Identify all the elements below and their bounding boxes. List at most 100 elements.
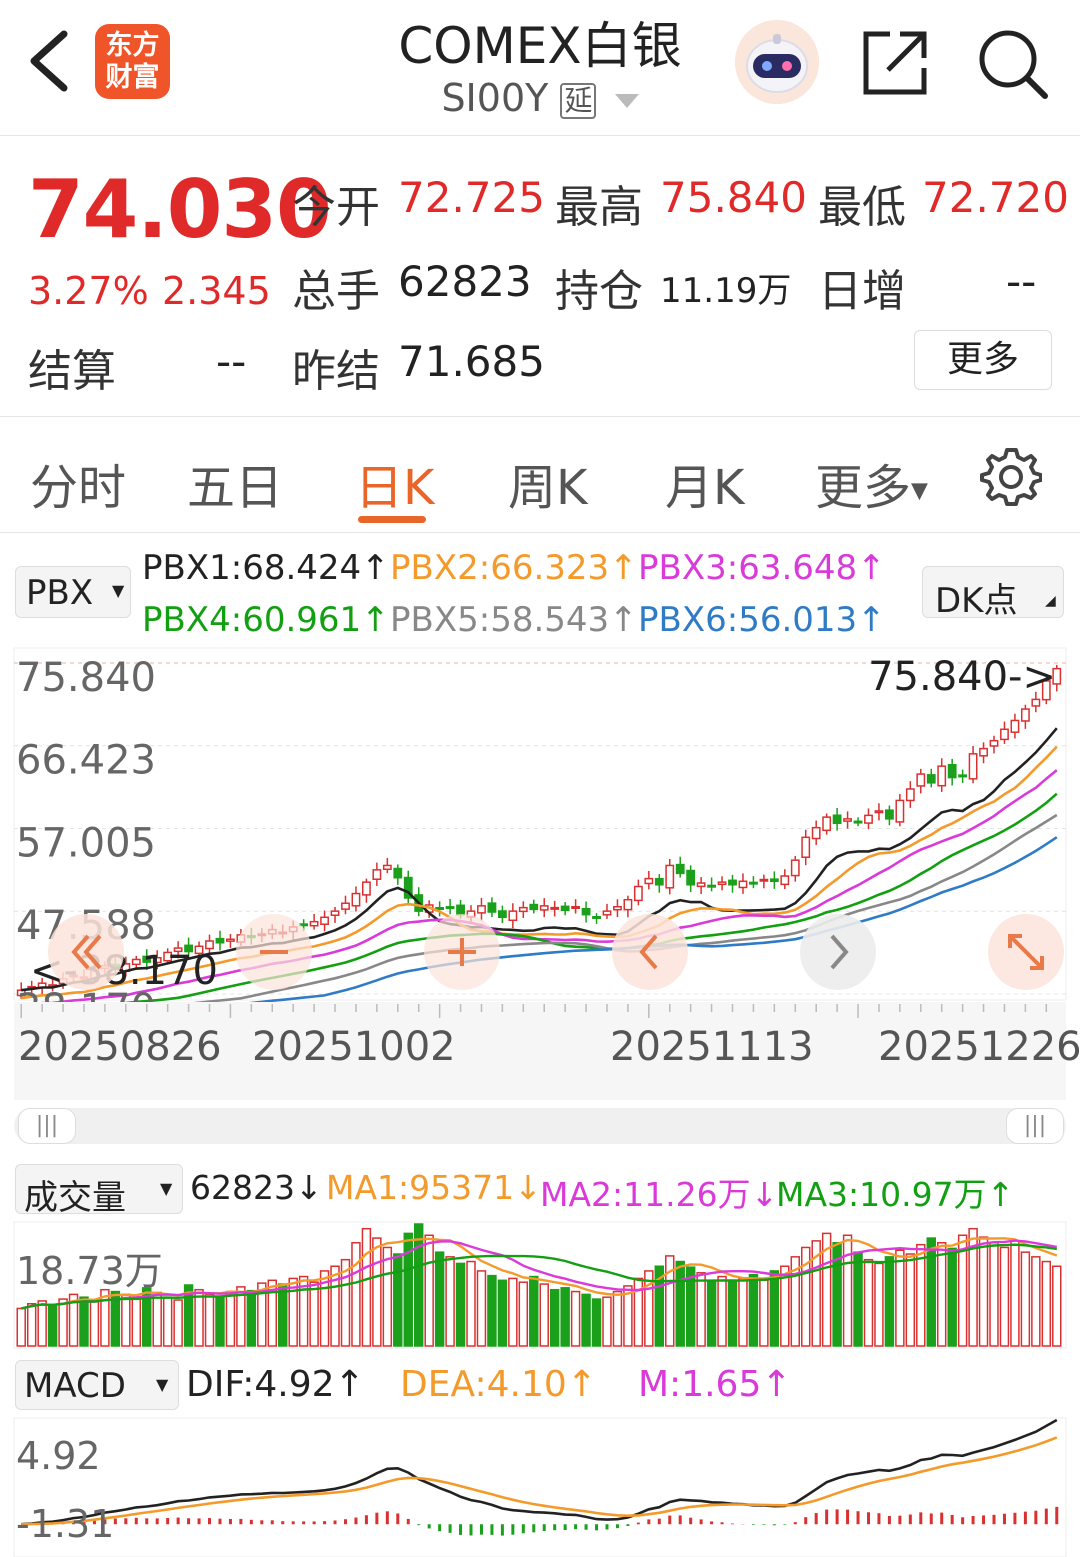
main-indicator-selector[interactable]: PBX ▼ <box>15 566 131 618</box>
volume-bar <box>644 1270 654 1347</box>
change-percent: 3.27% <box>28 269 149 313</box>
candle <box>361 878 371 903</box>
volume-bar <box>194 1288 204 1347</box>
volume-bar <box>549 1288 560 1347</box>
volume-bar <box>654 1265 665 1347</box>
gear-icon[interactable] <box>980 446 1042 508</box>
fullscreen-button[interactable] <box>988 914 1064 990</box>
chevron-down-icon <box>614 93 639 108</box>
volume-bar <box>947 1247 957 1347</box>
candle <box>979 742 988 764</box>
change-amount: 2.345 <box>162 269 271 313</box>
volume-bar <box>100 1288 110 1347</box>
volume-bar <box>351 1242 361 1347</box>
settle-value: -- <box>216 337 247 386</box>
open-interest-value: 11.19万 <box>660 271 792 311</box>
volume-bar <box>476 1270 487 1347</box>
low-value: 72.720 <box>922 173 1069 222</box>
range-scrollbar[interactable]: ||| ||| <box>14 1108 1066 1144</box>
candle <box>1031 691 1041 713</box>
macd-axis-bottom: -1.31 <box>16 1502 115 1546</box>
back-icon[interactable] <box>22 26 82 96</box>
pbx2-value: PBX2:66.323↑ <box>390 548 638 588</box>
volume-bar <box>413 1223 424 1347</box>
candle <box>372 862 382 886</box>
volume-bars <box>16 1223 1062 1347</box>
open-label: 今开 <box>292 182 380 233</box>
main-indicator-label: PBX <box>26 573 94 613</box>
candle <box>654 874 664 893</box>
volume-bar <box>68 1293 79 1347</box>
quote-more-button[interactable]: 更多 <box>914 330 1052 390</box>
fast-back-button[interactable] <box>48 914 124 990</box>
volume-bar <box>403 1232 413 1347</box>
prev-settle-value: 71.685 <box>398 337 545 386</box>
volume-bar <box>26 1303 37 1347</box>
tab-five-day[interactable]: 五日 <box>187 448 283 518</box>
candle <box>958 769 968 783</box>
high-value: 75.840 <box>660 173 807 222</box>
dk-point-button[interactable]: DK点 ◢ <box>922 566 1064 621</box>
volume-bar <box>298 1275 309 1347</box>
candle <box>330 906 340 923</box>
candle <box>926 768 936 788</box>
volume-bar <box>162 1296 173 1347</box>
pbx-line-2 <box>21 745 1058 1000</box>
candle <box>163 948 173 965</box>
tab-intraday[interactable]: 分时 <box>30 448 126 518</box>
volume-bar <box>780 1265 790 1347</box>
tab-weekly-k[interactable]: 周K <box>508 448 587 518</box>
volume-bar <box>738 1277 748 1347</box>
robot-avatar-icon[interactable] <box>735 20 819 104</box>
volume-bar <box>623 1285 633 1347</box>
caret-down-icon: ▼ <box>156 1375 169 1394</box>
volume-bar <box>110 1290 121 1347</box>
candle <box>749 876 758 889</box>
volume-bar <box>131 1298 142 1347</box>
volume-bar <box>434 1251 445 1347</box>
volume-indicator-selector[interactable]: 成交量 ▼ <box>15 1164 183 1218</box>
candle <box>769 871 779 889</box>
open-interest-label: 持仓 <box>555 266 643 317</box>
volume-bar <box>874 1262 884 1347</box>
prev-button[interactable] <box>612 914 688 990</box>
volume-bar <box>957 1234 968 1347</box>
volume-bar <box>1010 1240 1020 1347</box>
pbx-line-6 <box>20 836 1058 1032</box>
tab-daily-k[interactable]: 日K <box>355 448 434 518</box>
share-icon[interactable] <box>860 26 932 98</box>
volume-bar <box>905 1253 916 1347</box>
candle <box>508 903 518 929</box>
zoom-out-button[interactable] <box>236 914 312 990</box>
tab-more-label: 更多 <box>815 460 912 516</box>
volume-bar <box>361 1227 372 1347</box>
tab-monthly-k[interactable]: 月K <box>665 448 744 518</box>
daily-increase-label: 日增 <box>818 266 906 317</box>
volume-label: 总手 <box>292 266 380 317</box>
dk-point-label: DK点 <box>935 581 1018 621</box>
candle <box>696 877 706 894</box>
macd-indicator-selector[interactable]: MACD ▼ <box>15 1360 179 1410</box>
candle <box>194 941 204 959</box>
candle <box>728 874 737 893</box>
candle <box>215 930 225 951</box>
candle <box>152 950 162 970</box>
tab-more[interactable]: 更多▼ <box>815 448 928 518</box>
zoom-in-button[interactable] <box>424 914 500 990</box>
candle <box>539 898 549 918</box>
app-logo[interactable]: 东方 财富 <box>95 24 170 99</box>
volume-bar <box>529 1275 539 1347</box>
next-button[interactable] <box>800 914 876 990</box>
search-icon[interactable] <box>975 26 1051 102</box>
pbx6-value: PBX6:56.013↑ <box>638 600 886 640</box>
main-axis-labels: 75.84066.42357.00547.58838.17075.840-><-… <box>16 654 1056 1032</box>
volume-ma3: MA3:10.97万↑ <box>776 1175 1015 1214</box>
range-handle-left[interactable]: ||| <box>18 1108 76 1144</box>
candle <box>131 955 141 970</box>
daily-increase-value: -- <box>1006 257 1037 306</box>
instrument-code-dropdown[interactable]: SI00Y 延 <box>340 76 740 120</box>
volume-ma-line-3 <box>20 1243 1057 1310</box>
volume-bar <box>968 1227 978 1347</box>
range-handle-right[interactable]: ||| <box>1006 1108 1064 1144</box>
active-tab-indicator <box>358 516 426 523</box>
